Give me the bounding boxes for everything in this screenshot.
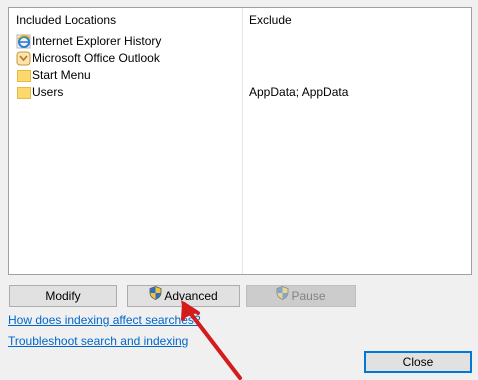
advanced-button[interactable]: Advanced: [127, 285, 240, 307]
outlook-icon: [16, 51, 32, 66]
close-button[interactable]: Close: [364, 351, 472, 373]
column-header-included[interactable]: Included Locations: [9, 8, 243, 32]
uac-shield-icon: [276, 285, 289, 306]
list-item-name: Microsoft Office Outlook: [32, 51, 160, 65]
uac-shield-icon: [149, 285, 162, 306]
list-item-microsoft-office-outlook[interactable]: Microsoft Office Outlook: [9, 50, 471, 67]
indexing-help-link[interactable]: How does indexing affect searches?: [8, 313, 201, 327]
list-item-users[interactable]: Users AppData; AppData: [9, 84, 471, 101]
close-button-label: Close: [402, 355, 434, 369]
pause-button-label: Pause: [291, 289, 326, 303]
list-item-name: Internet Explorer History: [32, 34, 162, 48]
ie-icon: [16, 34, 32, 49]
list-item-name: Users: [32, 85, 64, 99]
list-item-exclude: AppData; AppData: [249, 85, 349, 99]
advanced-button-label: Advanced: [164, 289, 218, 303]
column-header-exclude[interactable]: Exclude: [244, 8, 472, 32]
list-item-start-menu[interactable]: Start Menu: [9, 67, 471, 84]
list-item-internet-explorer-history[interactable]: Internet Explorer History: [9, 33, 471, 50]
folder-icon: [16, 85, 32, 100]
list-item-name: Start Menu: [32, 68, 91, 82]
troubleshoot-link[interactable]: Troubleshoot search and indexing: [8, 334, 188, 348]
indexed-locations-list[interactable]: Included Locations Exclude Internet Expl…: [8, 7, 472, 275]
folder-icon: [16, 68, 32, 83]
modify-button-label: Modify: [45, 289, 81, 303]
modify-button[interactable]: Modify: [9, 285, 117, 307]
pause-button[interactable]: Pause: [246, 285, 356, 307]
